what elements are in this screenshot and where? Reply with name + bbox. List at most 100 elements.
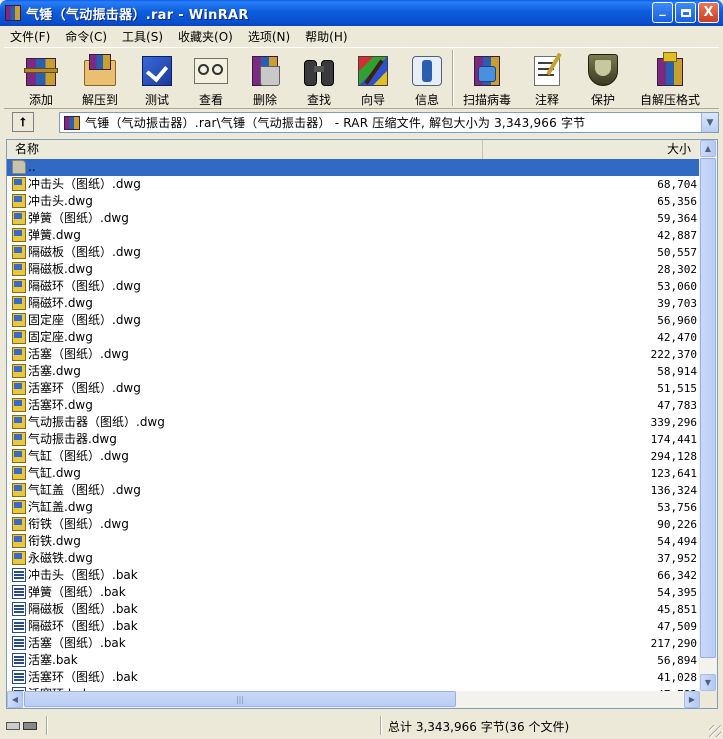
scroll-right-button[interactable]: ▶	[684, 691, 700, 708]
dwg-file-icon	[12, 194, 26, 208]
file-row[interactable]: 活塞（图纸）.bak 217,290	[7, 635, 701, 652]
file-row[interactable]: 固定座.dwg 42,470	[7, 329, 701, 346]
file-row[interactable]: 弹簧.dwg 42,887	[7, 227, 701, 244]
file-list[interactable]: 名称 大小 .. 冲击头（图纸）.dwg 68,704 冲击头.dwg 65,356 弹簧…	[6, 139, 718, 709]
minimize-button[interactable]: _	[652, 2, 673, 23]
file-row[interactable]: 活塞环（图纸）.bak 41,028	[7, 669, 701, 686]
bak-file-icon	[12, 602, 26, 616]
close-button[interactable]: X	[698, 2, 719, 23]
dwg-file-icon	[12, 432, 26, 446]
file-row[interactable]: 气缸盖（图纸）.dwg 136,324	[7, 482, 701, 499]
scroll-down-button[interactable]: ▼	[700, 674, 716, 691]
maximize-button[interactable]	[675, 2, 696, 23]
file-size: 54,395	[657, 586, 697, 599]
up-one-level-button[interactable]: ⭡	[12, 112, 34, 132]
file-size: 65,356	[657, 195, 697, 208]
file-size: 58,914	[657, 365, 697, 378]
file-row[interactable]: 冲击头.dwg 65,356	[7, 193, 701, 210]
horizontal-scrollbar[interactable]: ◀ ||| ▶	[7, 691, 701, 708]
file-row[interactable]: 隔磁板（图纸）.dwg 50,557	[7, 244, 701, 261]
file-row[interactable]: 活塞环（图纸）.dwg 51,515	[7, 380, 701, 397]
file-row[interactable]: 隔磁环（图纸）.dwg 53,060	[7, 278, 701, 295]
file-row[interactable]: 气动振击器（图纸）.dwg 339,296	[7, 414, 701, 431]
wizard-button[interactable]: 向导	[352, 52, 394, 108]
parent-folder-row[interactable]: ..	[7, 159, 701, 176]
scroll-left-button[interactable]: ◀	[7, 691, 23, 708]
winrar-app-icon[interactable]	[5, 5, 21, 21]
file-name: 活塞.bak	[28, 653, 78, 667]
file-row[interactable]: 冲击头（图纸）.bak 66,342	[7, 567, 701, 584]
key-icon[interactable]	[23, 721, 37, 730]
file-row[interactable]: 衔铁（图纸）.dwg 90,226	[7, 516, 701, 533]
file-size: 37,952	[657, 552, 697, 565]
file-size: 47,509	[657, 620, 697, 633]
view-icon	[192, 52, 230, 88]
view-button[interactable]: 查看	[190, 52, 232, 108]
bak-file-icon	[12, 636, 26, 650]
menu-commands[interactable]: 命令(C)	[55, 28, 112, 45]
file-row[interactable]: 气缸.dwg 123,641	[7, 465, 701, 482]
virus-scan-button[interactable]: 扫描病毒	[462, 52, 512, 108]
file-name: 气缸盖（图纸）.dwg	[28, 483, 141, 497]
file-size: 42,887	[657, 229, 697, 242]
file-name: 活塞（图纸）.dwg	[28, 347, 129, 361]
wizard-label: 向导	[360, 93, 385, 107]
archive-icon	[64, 115, 80, 130]
file-row[interactable]: 气缸（图纸）.dwg 294,128	[7, 448, 701, 465]
menu-favorites[interactable]: 收藏夹(O)	[168, 28, 238, 45]
sfx-button[interactable]: 自解压格式	[638, 52, 702, 108]
test-button[interactable]: 测试	[136, 52, 178, 108]
info-button[interactable]: 信息	[406, 52, 448, 108]
dwg-file-icon	[12, 364, 26, 378]
file-row[interactable]: 汽缸盖.dwg 53,756	[7, 499, 701, 516]
file-size: 41,028	[657, 671, 697, 684]
dwg-file-icon	[12, 483, 26, 497]
file-row[interactable]: 隔磁环.dwg 39,703	[7, 295, 701, 312]
file-row[interactable]: 隔磁板.dwg 28,302	[7, 261, 701, 278]
dwg-file-icon	[12, 534, 26, 548]
comment-button[interactable]: 注释	[526, 52, 568, 108]
vertical-scrollbar[interactable]: ▲ ▼	[699, 140, 717, 691]
vertical-scroll-thumb[interactable]	[700, 158, 716, 658]
file-row[interactable]: 气动振击器.dwg 174,441	[7, 431, 701, 448]
file-row[interactable]: 活塞.dwg 58,914	[7, 363, 701, 380]
virus-scan-icon	[468, 52, 506, 88]
file-name: ..	[28, 160, 36, 174]
protect-button[interactable]: 保护	[582, 52, 624, 108]
address-field[interactable]: 气锤（气动振击器）.rar\气锤（气动振击器） - RAR 压缩文件, 解包大小…	[59, 112, 719, 133]
file-row[interactable]: 固定座（图纸）.dwg 56,960	[7, 312, 701, 329]
column-header-name[interactable]: 名称	[7, 140, 483, 159]
add-button[interactable]: 添加	[18, 52, 64, 108]
file-row[interactable]: 永磁铁.dwg 37,952	[7, 550, 701, 567]
file-row[interactable]: 弹簧（图纸）.bak 54,395	[7, 584, 701, 601]
menu-file[interactable]: 文件(F)	[0, 28, 55, 45]
bak-file-icon	[12, 653, 26, 667]
bak-file-icon	[12, 670, 26, 684]
file-row[interactable]: 活塞环.dwg 47,783	[7, 397, 701, 414]
file-row[interactable]: 活塞.bak 56,894	[7, 652, 701, 669]
dwg-file-icon	[12, 381, 26, 395]
column-header-size[interactable]: 大小	[483, 140, 701, 159]
info-label: 信息	[414, 93, 439, 107]
file-name: 冲击头（图纸）.bak	[28, 568, 138, 582]
status-separator	[380, 716, 382, 735]
dwg-file-icon	[12, 245, 26, 259]
horizontal-scroll-thumb[interactable]: |||	[24, 691, 456, 707]
file-row[interactable]: 衔铁.dwg 54,494	[7, 533, 701, 550]
file-row[interactable]: 隔磁板（图纸）.bak 45,851	[7, 601, 701, 618]
menu-tools[interactable]: 工具(S)	[112, 28, 168, 45]
find-button[interactable]: 查找	[298, 52, 340, 108]
file-row[interactable]: 冲击头（图纸）.dwg 68,704	[7, 176, 701, 193]
scroll-up-button[interactable]: ▲	[700, 140, 716, 157]
file-row[interactable]: 隔磁环（图纸）.bak 47,509	[7, 618, 701, 635]
address-dropdown-button[interactable]: ▼	[701, 113, 718, 132]
resize-grip-icon[interactable]	[709, 725, 721, 737]
menu-help[interactable]: 帮助(H)	[295, 28, 352, 45]
file-row[interactable]: 活塞（图纸）.dwg 222,370	[7, 346, 701, 363]
menu-options[interactable]: 选项(N)	[238, 28, 295, 45]
file-row[interactable]: 弹簧（图纸）.dwg 59,364	[7, 210, 701, 227]
delete-button[interactable]: 删除	[244, 52, 286, 108]
file-name: 弹簧（图纸）.bak	[28, 585, 126, 599]
extract-to-button[interactable]: 解压到	[76, 52, 124, 108]
drive-icon[interactable]	[6, 721, 20, 730]
